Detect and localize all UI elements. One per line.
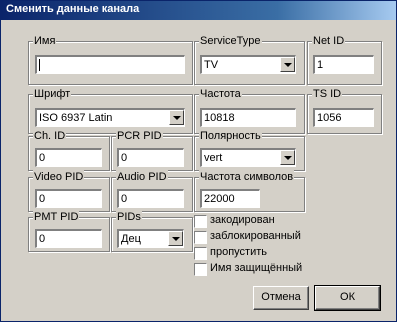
chevron-down-icon[interactable] [168,231,183,246]
symbol-rate-input[interactable]: 22000 [200,189,260,208]
group-video-pid: Video PID 0 [28,170,110,212]
audio-pid-label: Audio PID [116,170,168,184]
group-pmt-pid: PMT PID 0 [28,210,110,252]
checkbox-encoded[interactable] [194,215,207,228]
group-ch-id: Ch. ID 0 [28,129,110,171]
frequency-value: 10818 [204,112,235,124]
checkbox-encoded-label[interactable]: закодирован [210,214,275,226]
pids-select[interactable]: Дец [117,229,184,248]
pcr-pid-label: PCR PID [116,129,163,143]
text-cursor [39,59,40,72]
polarity-select[interactable]: vert [200,148,296,167]
pmt-pid-label: PMT PID [33,210,80,224]
symbol-rate-value: 22000 [204,193,235,205]
chevron-down-icon[interactable] [280,57,295,72]
ch-id-input[interactable]: 0 [35,148,102,167]
checkbox-locked-label[interactable]: заблокированный [210,230,301,242]
checkbox-name-protected-label[interactable]: Имя защищённый [210,262,302,274]
net-id-label: Net ID [312,34,346,48]
font-label: Шрифт [33,87,72,101]
polarity-value: vert [204,152,223,164]
polarity-label: Полярность [199,129,262,143]
font-select[interactable]: ISO 6937 Latin [35,108,185,127]
pmt-pid-input[interactable]: 0 [35,229,102,248]
title-bar[interactable]: Сменить данные канала [1,1,396,20]
pids-value: Дец [121,233,141,245]
checkbox-locked[interactable] [194,231,207,244]
group-font: Шрифт ISO 6937 Latin [28,87,193,134]
ch-id-value: 0 [39,152,46,164]
service-type-label: ServiceType [199,34,262,48]
group-frequency: Частота 10818 [194,87,305,134]
net-id-input[interactable]: 1 [313,55,374,74]
group-service-type: ServiceType TV [194,34,305,85]
group-name: Имя [28,34,193,85]
audio-pid-input[interactable]: 0 [117,189,184,208]
video-pid-input[interactable]: 0 [35,189,102,208]
ts-id-label: TS ID [312,87,343,101]
pids-label: PIDs [116,210,142,224]
dialog-window: Сменить данные канала Имя ServiceType TV… [0,0,397,322]
symbol-rate-label: Частота символов [199,170,295,184]
video-pid-label: Video PID [33,170,85,184]
audio-pid-value: 0 [121,193,128,205]
window-title: Сменить данные канала [6,3,140,15]
chevron-down-icon[interactable] [169,110,184,125]
cancel-button[interactable]: Отмена [253,286,309,310]
net-id-value: 1 [317,59,324,71]
name-label: Имя [33,34,57,48]
ch-id-label: Ch. ID [33,129,67,143]
service-type-value: TV [204,59,219,71]
group-pcr-pid: PCR PID 0 [111,129,193,171]
video-pid-value: 0 [39,193,46,205]
frequency-input[interactable]: 10818 [200,108,296,127]
service-type-select[interactable]: TV [200,55,296,74]
pmt-pid-value: 0 [39,233,46,245]
ok-button[interactable]: ОК [314,285,381,311]
font-value: ISO 6937 Latin [39,112,113,124]
checkbox-name-protected[interactable] [194,263,207,276]
group-net-id: Net ID 1 [307,34,382,85]
pcr-pid-value: 0 [121,152,128,164]
pcr-pid-input[interactable]: 0 [117,148,184,167]
ts-id-input[interactable]: 1056 [313,108,374,127]
chevron-down-icon[interactable] [280,150,295,165]
frequency-label: Частота [199,87,242,101]
name-input[interactable] [35,55,185,74]
checkbox-skip-label[interactable]: пропустить [210,246,267,258]
group-ts-id: TS ID 1056 [307,87,382,134]
group-pids: PIDs Дец [111,210,193,252]
checkbox-skip[interactable] [194,247,207,260]
ts-id-value: 1056 [317,112,342,124]
group-polarity: Полярность vert [194,129,305,171]
group-audio-pid: Audio PID 0 [111,170,193,212]
group-symbol-rate: Частота символов 22000 [194,170,305,212]
